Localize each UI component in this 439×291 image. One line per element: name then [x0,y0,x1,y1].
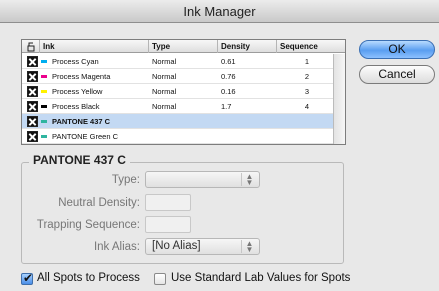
ok-button[interactable]: OK [359,40,435,59]
use-standard-lab-checkbox[interactable] [154,273,166,285]
table-row[interactable]: Process Yellow Normal 0.16 3 [22,84,333,99]
ink-table: Ink Type Density Sequence Process Cyan N… [21,39,346,145]
ink-sequence [287,114,327,129]
ink-swatch-icon [41,75,47,78]
ink-swatch-icon [41,135,47,138]
ink-type: Normal [152,87,177,96]
all-spots-to-process-label[interactable]: All Spots to Process [37,272,140,284]
type-select[interactable]: ▲ ▼ [145,171,260,188]
convert-to-process-icon[interactable] [27,71,38,82]
ink-name: Process Cyan [52,57,99,66]
convert-to-process-icon[interactable] [27,86,38,97]
ink-swatch-icon [41,105,47,108]
table-row[interactable]: Process Cyan Normal 0.61 1 [22,54,333,69]
column-header-density[interactable]: Density [221,41,250,52]
ink-name: PANTONE Green C [52,132,118,141]
ink-alias-value: [No Alias] [152,240,201,252]
ink-swatch-icon [41,60,47,63]
all-spots-to-process-checkbox[interactable] [21,271,33,285]
ink-sequence: 1 [304,57,310,66]
table-row[interactable]: Process Black Normal 1.7 4 [22,99,333,114]
convert-to-process-icon[interactable] [27,131,38,142]
ink-name: Process Yellow [52,87,103,96]
convert-to-process-icon[interactable] [27,56,38,67]
table-row[interactable]: PANTONE Green C [22,129,333,144]
convert-to-process-icon[interactable] [27,101,38,112]
ink-name: PANTONE 437 C [52,117,111,126]
ink-swatch-icon [41,90,47,93]
ink-sequence [287,129,327,144]
ink-type: Normal [152,72,177,81]
ink-swatch-icon [41,120,47,123]
column-header-type[interactable]: Type [152,41,170,52]
table-row[interactable]: PANTONE 437 C [22,114,333,129]
ink-sequence: 2 [304,72,310,81]
stepper-arrows-icon: ▲ ▼ [241,240,257,254]
ink-density: 1.7 [221,102,232,111]
ink-density: 0.16 [221,87,236,96]
ink-sequence: 3 [304,87,310,96]
ink-rows: Process Cyan Normal 0.61 1 Process Magen… [22,54,333,144]
table-row[interactable]: Process Magenta Normal 0.76 2 [22,69,333,84]
spot-header-icon [27,41,37,52]
cancel-button[interactable]: Cancel [359,65,435,84]
ink-name: Process Magenta [52,72,111,81]
window-title: Ink Manager [0,0,439,23]
stepper-arrows-icon: ▲ ▼ [241,173,257,187]
type-label: Type: [111,174,140,186]
ink-alias-label: Ink Alias: [93,241,140,253]
column-header-ink[interactable]: Ink [43,41,55,52]
trapping-sequence-field[interactable] [145,216,191,233]
column-header-sequence[interactable]: Sequence [280,41,318,52]
neutral-density-field[interactable] [145,194,191,211]
ink-sequence: 4 [304,102,310,111]
trapping-sequence-label: Trapping Sequence: [36,219,140,231]
ink-type: Normal [152,57,177,66]
ink-type: Normal [152,102,177,111]
ink-name: Process Black [52,102,100,111]
table-header: Ink Type Density Sequence [22,40,345,53]
ink-density: 0.76 [221,72,236,81]
table-scrollbar[interactable] [333,54,345,144]
ink-density: 0.61 [221,57,236,66]
ink-alias-select[interactable]: [No Alias] ▲ ▼ [145,238,260,255]
ink-details-title: PANTONE 437 C [29,153,130,167]
use-standard-lab-label[interactable]: Use Standard Lab Values for Spots [171,272,350,284]
ink-manager-dialog: Ink Type Density Sequence Process Cyan N… [0,23,439,291]
convert-to-process-icon[interactable] [27,116,38,127]
neutral-density-label: Neutral Density: [58,197,140,209]
